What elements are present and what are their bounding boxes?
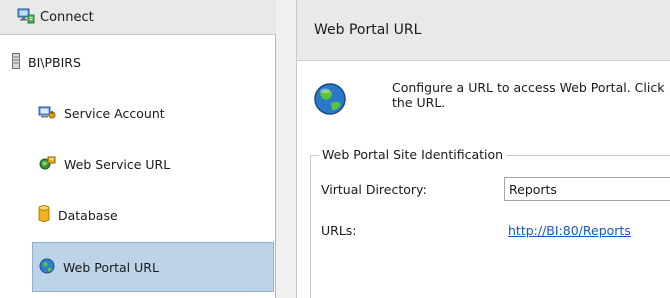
server-icon [12, 52, 20, 72]
navigation-pane: Connect BI\PBIRS Service Account Web Ser… [0, 0, 276, 298]
connect-icon [17, 8, 35, 27]
panel-header: Web Portal URL [297, 0, 670, 61]
sidebar-item-web-service-url[interactable]: Web Service URL [32, 139, 274, 189]
sidebar-item-label: Web Portal URL [63, 259, 159, 275]
sidebar-item-label: Service Account [64, 105, 165, 121]
virtual-directory-label: Virtual Directory: [321, 182, 427, 197]
service-account-icon [38, 104, 56, 123]
server-node[interactable]: BI\PBIRS [0, 50, 81, 74]
description-line-1: Configure a URL to access Web Portal. Cl… [392, 80, 665, 95]
page-title: Web Portal URL [314, 22, 422, 38]
sidebar-item-label: Database [58, 207, 118, 223]
connect-label: Connect [40, 9, 94, 25]
group-label: Web Portal Site Identification [319, 147, 507, 162]
globe-icon [39, 258, 55, 277]
main-panel: Web Portal URL Configure a URL to access… [296, 0, 670, 298]
description: Configure a URL to access Web Portal. Cl… [392, 80, 670, 110]
sidebar-item-label: Web Service URL [64, 156, 171, 172]
splitter [277, 0, 296, 298]
sidebar-item-service-account[interactable]: Service Account [32, 88, 274, 138]
virtual-directory-input[interactable] [504, 177, 670, 201]
sidebar-item-database[interactable]: Database [32, 190, 274, 240]
database-icon [38, 204, 50, 226]
web-service-icon [38, 155, 56, 174]
sidebar-item-web-portal-url[interactable]: Web Portal URL [32, 242, 274, 292]
server-label: BI\PBIRS [28, 54, 81, 70]
urls-label: URLs: [321, 223, 357, 238]
globe-icon [313, 82, 347, 119]
web-portal-url-link[interactable]: http://BI:80/Reports [508, 223, 631, 238]
connect-button[interactable]: Connect [0, 0, 276, 35]
description-line-2: the URL. [392, 95, 446, 110]
